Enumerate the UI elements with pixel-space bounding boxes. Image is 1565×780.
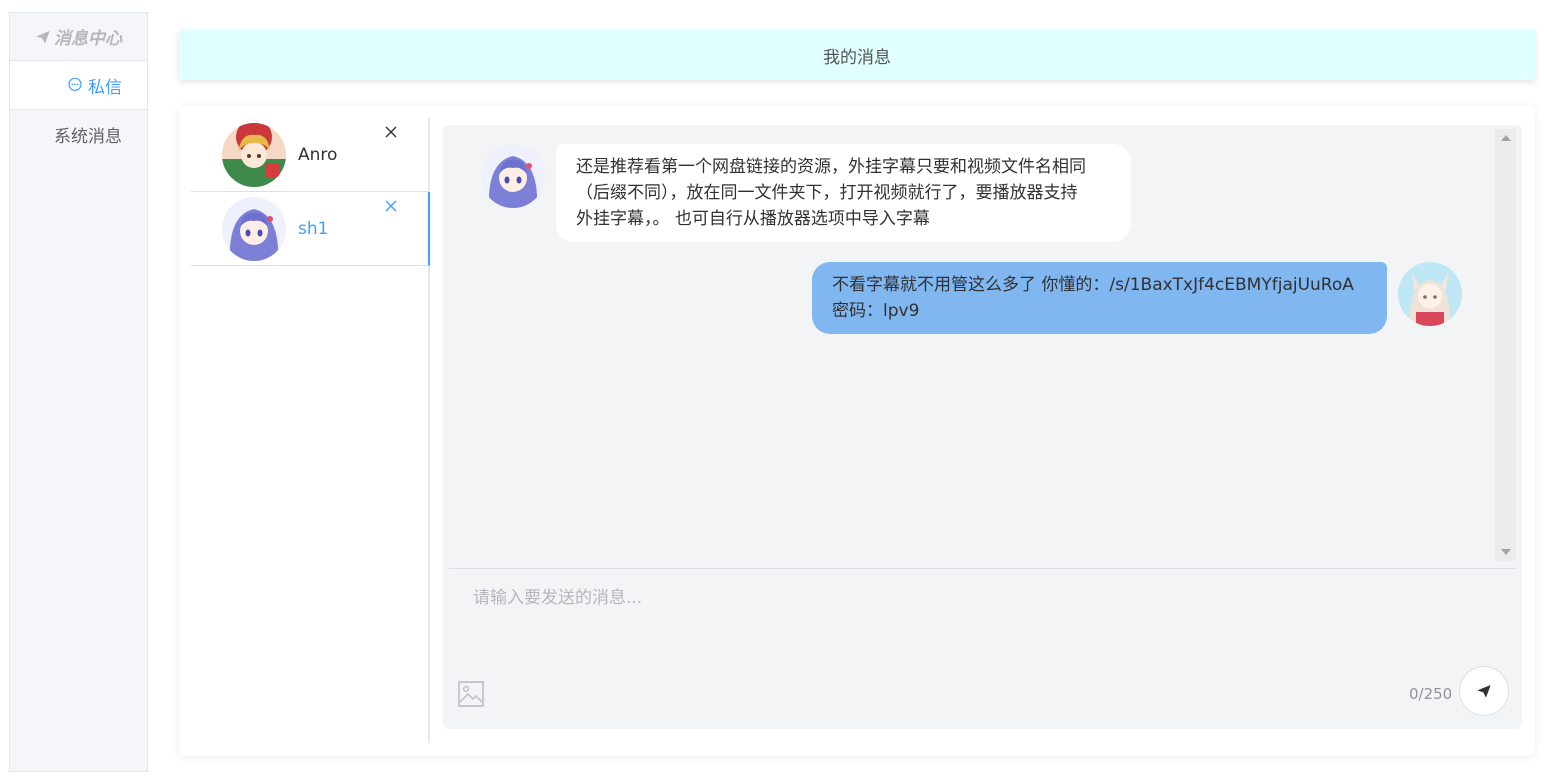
sidebar-title-text: 消息中心 [54, 29, 122, 49]
message-list[interactable]: 还是推荐看第一个网盘链接的资源，外挂字幕只要和视频文件名相同 （后缀不同），放在… [443, 125, 1522, 565]
message-bubble-outgoing: 不看字幕就不用管这么多了 你懂的：/s/1BaxTxJf4cEBMYfjajUu… [812, 262, 1387, 334]
composer-divider [449, 568, 1516, 569]
image-upload-icon[interactable] [457, 680, 485, 708]
close-icon[interactable] [381, 122, 401, 142]
message-line: 还是推荐看第一个网盘链接的资源，外挂字幕只要和视频文件名相同 [576, 157, 1086, 177]
avatar [1398, 262, 1462, 326]
send-button[interactable] [1459, 666, 1509, 716]
contact-name: sh1 [298, 218, 329, 239]
chat-scrollbar[interactable] [1495, 129, 1516, 561]
sidebar-title: 消息中心 [10, 13, 147, 61]
paper-plane-icon [1477, 685, 1491, 698]
page-header: 我的消息 [179, 30, 1535, 80]
message-input[interactable] [473, 583, 1373, 613]
avatar [481, 144, 545, 208]
sidebar-item-private-message[interactable]: 私信 [10, 61, 147, 110]
messages-card: Anro sh1 还是推荐看第一个网盘链接的资源，外挂字幕只要和视频文件名相同 … [179, 106, 1535, 756]
avatar [222, 122, 286, 187]
contact-item-sh1[interactable]: sh1 [191, 192, 430, 266]
chat-panel: 还是推荐看第一个网盘链接的资源，外挂字幕只要和视频文件名相同 （后缀不同），放在… [443, 125, 1522, 729]
page-title: 我的消息 [823, 47, 891, 68]
message-line: 密码：lpv9 [832, 301, 920, 321]
scroll-down-arrow-icon[interactable] [1501, 549, 1511, 555]
sidebar-item-label: 私信 [88, 77, 122, 98]
message-center-sidebar: 消息中心 私信 系统消息 [9, 12, 148, 772]
contact-item-anro[interactable]: Anro [191, 118, 428, 192]
message-line: （后缀不同），放在同一文件夹下，打开视频就行了，要播放器支持 [576, 183, 1078, 203]
close-icon[interactable] [381, 196, 401, 216]
scroll-up-arrow-icon[interactable] [1501, 135, 1511, 141]
paper-plane-icon [36, 30, 50, 44]
message-line: 外挂字幕，。 也可自行从播放器选项中导入字幕 [576, 209, 930, 229]
message-bubble-incoming: 还是推荐看第一个网盘链接的资源，外挂字幕只要和视频文件名相同 （后缀不同），放在… [556, 144, 1131, 242]
sidebar-item-label: 系统消息 [54, 127, 122, 147]
avatar [222, 196, 286, 261]
contact-list: Anro sh1 [191, 118, 430, 743]
message-line: 不看字幕就不用管这么多了 你懂的：/s/1BaxTxJf4cEBMYfjajUu… [832, 275, 1354, 295]
character-counter: 0/250 [1409, 685, 1453, 703]
contact-name: Anro [298, 144, 338, 165]
sidebar-item-system-message[interactable]: 系统消息 [10, 110, 147, 159]
chat-bubble-icon [68, 77, 82, 91]
